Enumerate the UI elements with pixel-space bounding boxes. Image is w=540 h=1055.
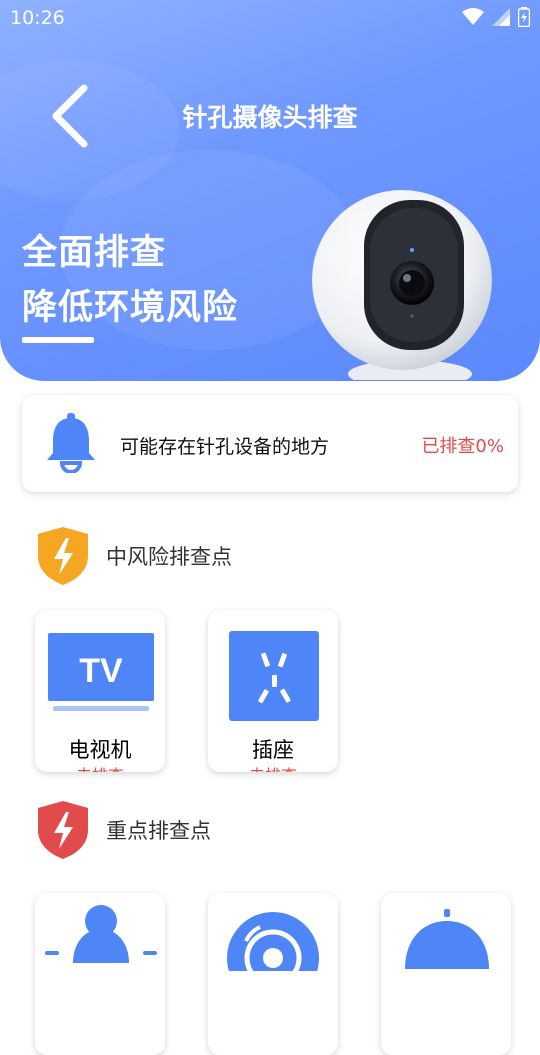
checkpoint-status: 未排查	[35, 762, 165, 772]
hero-banner: 10:26 针孔摄像头排查 全面排查 降低环境风险	[0, 0, 540, 381]
section-title: 中风险排查点	[106, 545, 232, 569]
summary-card[interactable]: 可能存在针孔设备的地方 已排查0%	[22, 395, 518, 492]
section-key-points: 重点排查点	[36, 800, 211, 860]
hero-slogan-line2: 降低环境风险	[22, 288, 239, 328]
svg-text:TV: TV	[79, 652, 123, 690]
status-icons	[462, 7, 530, 27]
lamp-icon	[45, 905, 157, 963]
smoke-detector-icon	[227, 912, 319, 971]
checkpoint-tv[interactable]: TV 电视机 未排查	[35, 610, 165, 772]
slogan-underline	[22, 337, 94, 343]
checkpoint-tile[interactable]	[35, 893, 165, 1055]
bell-icon	[47, 413, 95, 473]
wifi-icon	[462, 8, 484, 25]
hero-slogan-line1: 全面排查	[22, 233, 167, 273]
bell-icon	[405, 909, 489, 969]
status-bar: 10:26	[0, 0, 540, 36]
summary-status: 已排查0%	[421, 436, 504, 457]
socket-icon	[229, 631, 319, 721]
status-time: 10:26	[10, 7, 65, 29]
checkpoint-tile[interactable]	[208, 893, 338, 1055]
checkpoint-status: 未排查	[208, 762, 338, 772]
lightning-shield-icon	[38, 527, 88, 585]
signal-icon	[492, 8, 510, 26]
battery-icon	[518, 7, 530, 27]
section-title: 重点排查点	[106, 819, 211, 843]
summary-message: 可能存在针孔设备的地方	[120, 436, 330, 458]
checkpoint-name: 电视机	[68, 738, 132, 762]
security-camera-illustration	[312, 190, 492, 380]
checkpoint-socket[interactable]: 插座 未排查	[208, 610, 338, 772]
tv-icon: TV	[48, 633, 154, 711]
page-title: 针孔摄像头排查	[182, 103, 358, 132]
section-medium-risk: 中风险排查点	[36, 526, 232, 586]
lightning-shield-icon	[38, 801, 88, 859]
checkpoint-name: 插座	[252, 738, 294, 762]
checkpoint-tile[interactable]	[381, 893, 511, 1055]
